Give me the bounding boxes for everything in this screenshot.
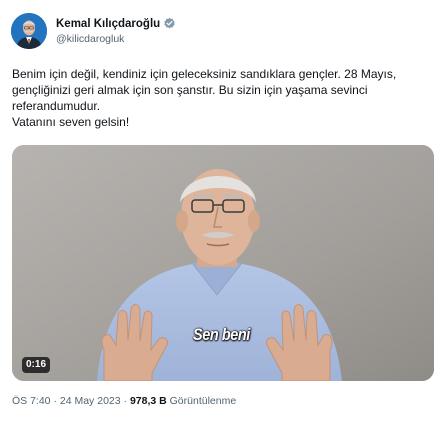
- avatar[interactable]: [11, 13, 47, 49]
- tweet-meta: ÖS 7:40 · 24 May 2023 · 978,3 B Görüntül…: [12, 395, 236, 407]
- views-count[interactable]: 978,3 B: [130, 395, 167, 407]
- author-name[interactable]: Kemal Kılıçdaroğlu: [56, 18, 160, 30]
- video-caption: Sen beni: [193, 325, 250, 344]
- video-frame: [12, 145, 434, 381]
- tweet-time[interactable]: ÖS 7:40: [12, 395, 51, 407]
- tweet-card[interactable]: Kemal Kılıçdaroğlu @kilicdarogluk Benim …: [0, 0, 442, 422]
- meta-separator: ·: [50, 395, 60, 407]
- video-duration-badge: 0:16: [22, 357, 51, 373]
- views-label[interactable]: Görüntülenme: [167, 395, 237, 407]
- tweet-text-line: Vatanını seven gelsin!: [12, 115, 130, 129]
- verified-badge-icon[interactable]: [163, 17, 176, 30]
- meta-separator: ·: [120, 395, 130, 407]
- tweet-text-line: Benim için değil, kendiniz için geleceks…: [12, 67, 397, 81]
- tweet-text-line: gençliğinizi geri almak için son şanstır…: [12, 83, 368, 97]
- author-handle[interactable]: @kilicdarogluk: [56, 33, 176, 45]
- author-block: Kemal Kılıçdaroğlu @kilicdarogluk: [56, 16, 176, 45]
- tweet-text: Benim için değil, kendiniz için geleceks…: [12, 66, 432, 130]
- video-player[interactable]: [12, 145, 434, 381]
- tweet-text-line: referandumudur.: [12, 99, 101, 113]
- author-name-row: Kemal Kılıçdaroğlu: [56, 16, 176, 31]
- tweet-date[interactable]: 24 May 2023: [60, 395, 121, 407]
